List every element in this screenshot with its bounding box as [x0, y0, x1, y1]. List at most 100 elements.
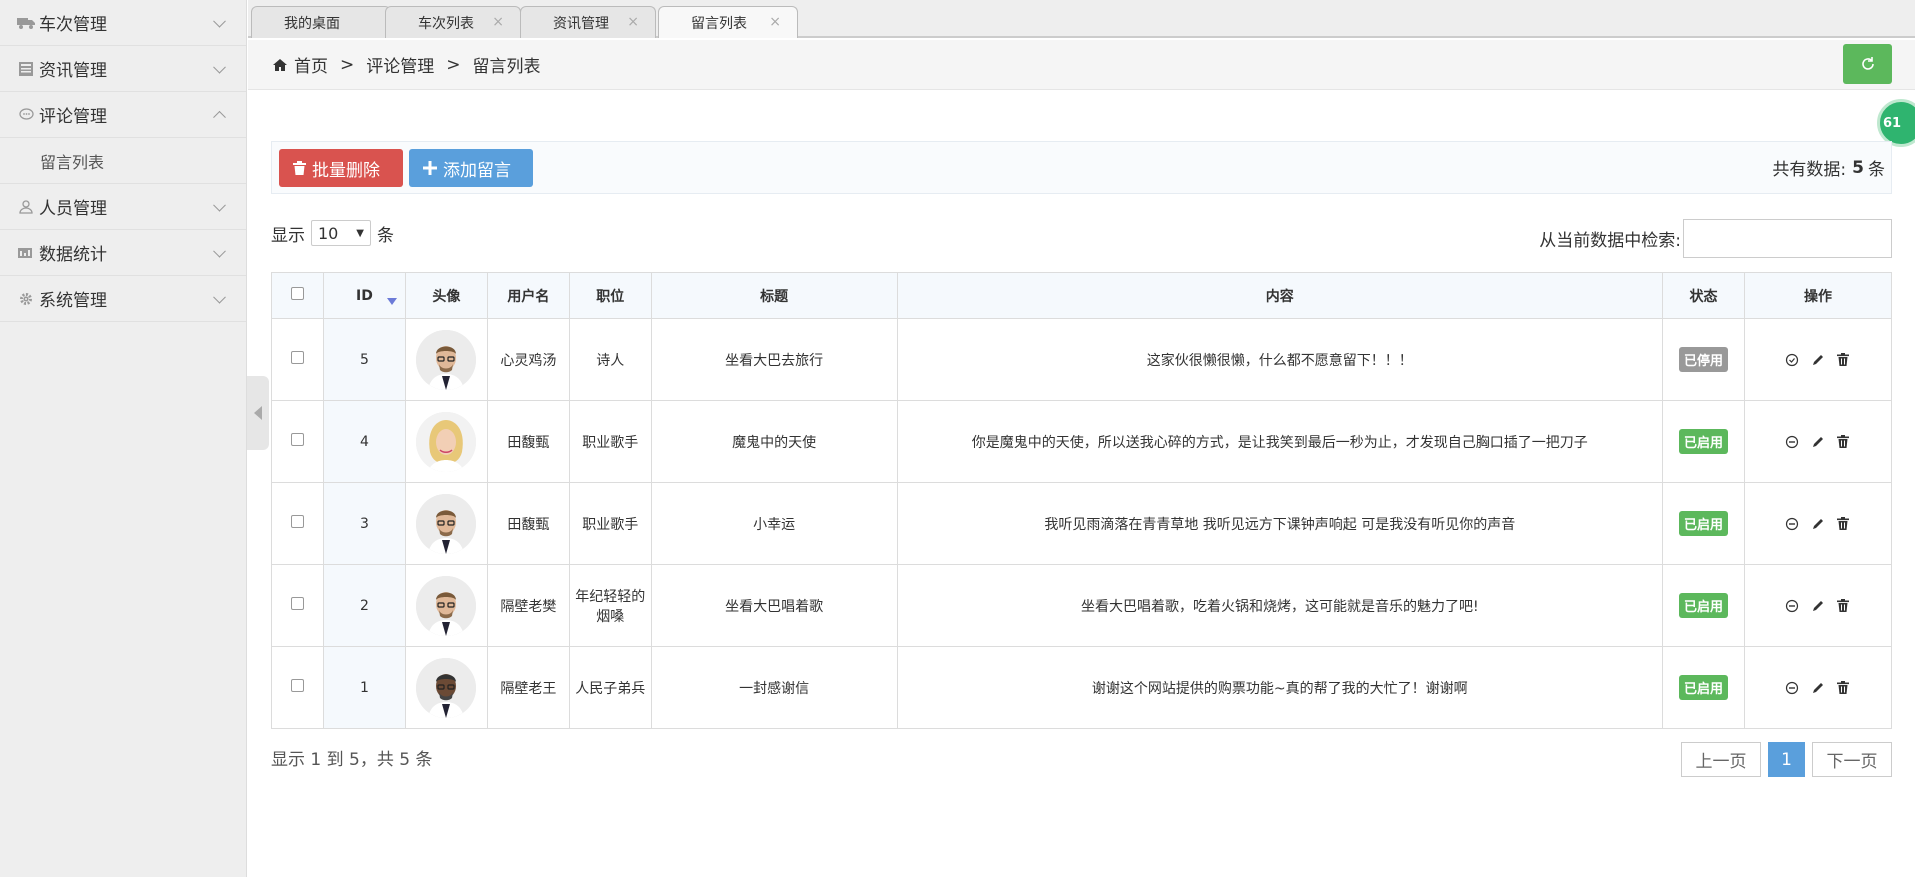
table-row: 2 隔壁老樊 年纪轻轻的烟嗓 坐看大巴唱着歌 坐看大巴唱着歌，吃着火锅和烧烤，这… — [271, 564, 1893, 647]
refresh-button[interactable] — [1843, 44, 1892, 84]
edit-icon[interactable] — [1811, 353, 1825, 367]
row-actions — [1743, 318, 1893, 401]
batch-delete-label: 批量删除 — [312, 160, 380, 181]
pagination: 上一页 1 下一页 — [1681, 742, 1892, 777]
breadcrumb-home[interactable]: 首页 — [294, 52, 328, 77]
edit-icon[interactable] — [1811, 599, 1825, 613]
disable-icon[interactable] — [1785, 517, 1799, 531]
row-select-cell[interactable] — [271, 482, 324, 565]
header-content: 内容 — [896, 272, 1664, 319]
tab-label: 资讯管理 — [553, 15, 609, 32]
row-checkbox[interactable] — [290, 515, 304, 528]
page-length-value: 10 — [318, 223, 339, 243]
row-avatar-cell — [404, 564, 488, 647]
row-checkbox[interactable] — [290, 351, 304, 364]
header-status: 状态 — [1662, 272, 1745, 319]
table-info: 显示 1 到 5，共 5 条 — [271, 750, 433, 770]
avatar — [416, 493, 477, 554]
sidebar-item-label: 系统管理 — [39, 291, 107, 311]
tab-label: 留言列表 — [691, 15, 747, 32]
sidebar-collapse-toggle[interactable] — [247, 376, 269, 450]
page-length: 显示 10 ▼ 条 — [271, 220, 394, 246]
total-prefix: 共有数据: — [1772, 160, 1847, 180]
disable-icon[interactable] — [1785, 435, 1799, 449]
edit-icon[interactable] — [1811, 517, 1825, 531]
sidebar-item-comments[interactable]: 评论管理 — [0, 92, 246, 138]
sidebar-item-statistics[interactable]: 数据统计 — [0, 230, 246, 276]
avatar — [416, 575, 477, 636]
floating-badge[interactable]: 61 — [1877, 99, 1915, 147]
home-icon — [272, 57, 288, 73]
add-message-button[interactable]: 添加留言 — [409, 149, 533, 187]
row-username: 田馥甄 — [486, 400, 570, 483]
row-id: 2 — [322, 564, 406, 647]
chevron-down-icon — [213, 14, 226, 28]
edit-icon[interactable] — [1811, 681, 1825, 695]
row-checkbox[interactable] — [290, 679, 304, 692]
toolbar: 批量删除 添加留言 共有数据: 5 条 — [271, 141, 1892, 194]
header-id[interactable]: ID — [322, 272, 406, 319]
row-position: 年纪轻轻的烟嗓 — [568, 564, 652, 647]
chart-icon — [16, 245, 36, 261]
row-avatar-cell — [404, 400, 488, 483]
tab-desktop[interactable]: 我的桌面 — [251, 6, 391, 38]
status-badge: 已启用 — [1679, 675, 1729, 700]
tab-bar: 我的桌面 车次列表 × 资讯管理 × 留言列表 × — [248, 0, 1915, 38]
row-select-cell[interactable] — [271, 564, 324, 647]
tab-train-list[interactable]: 车次列表 × — [385, 6, 521, 38]
delete-icon[interactable] — [1836, 680, 1851, 695]
delete-icon[interactable] — [1836, 516, 1851, 531]
sidebar-item-news[interactable]: 资讯管理 — [0, 46, 246, 92]
sidebar-item-personnel[interactable]: 人员管理 — [0, 184, 246, 230]
chevron-up-icon — [213, 110, 226, 124]
row-id: 3 — [322, 482, 406, 565]
edit-icon[interactable] — [1811, 435, 1825, 449]
sidebar-item-system[interactable]: 系统管理 — [0, 276, 246, 322]
row-username: 隔壁老樊 — [486, 564, 570, 647]
row-select-cell[interactable] — [271, 318, 324, 401]
chevron-down-icon — [213, 244, 226, 258]
delete-icon[interactable] — [1836, 434, 1851, 449]
row-content: 坐看大巴唱着歌，吃着火锅和烧烤，这可能就是音乐的魅力了吧! — [896, 564, 1664, 647]
page-length-select[interactable]: 10 ▼ — [311, 220, 371, 246]
page-number-button[interactable]: 1 — [1768, 742, 1805, 777]
row-select-cell[interactable] — [271, 646, 324, 729]
prev-page-button[interactable]: 上一页 — [1681, 742, 1761, 777]
close-icon[interactable]: × — [769, 14, 781, 30]
row-checkbox[interactable] — [290, 597, 304, 610]
breadcrumb-level1[interactable]: 评论管理 — [366, 52, 434, 77]
row-id: 1 — [322, 646, 406, 729]
sidebar-item-label: 数据统计 — [39, 245, 107, 265]
next-page-button[interactable]: 下一页 — [1812, 742, 1892, 777]
disable-icon[interactable] — [1785, 599, 1799, 613]
tab-news-management[interactable]: 资讯管理 × — [520, 6, 656, 38]
delete-icon[interactable] — [1836, 352, 1851, 367]
close-icon[interactable]: × — [492, 14, 504, 30]
close-icon[interactable]: × — [627, 14, 639, 30]
header-select-all[interactable] — [271, 272, 324, 319]
caret-down-icon: ▼ — [356, 227, 364, 239]
row-actions — [1743, 482, 1893, 565]
sidebar-subitem-message-list[interactable]: 留言列表 — [0, 138, 246, 184]
row-select-cell[interactable] — [271, 400, 324, 483]
disable-icon[interactable] — [1785, 681, 1799, 695]
sidebar-item-label: 车次管理 — [39, 15, 107, 35]
batch-delete-button[interactable]: 批量删除 — [279, 149, 403, 187]
search-input[interactable] — [1683, 219, 1892, 258]
enable-icon[interactable] — [1785, 353, 1799, 367]
table-header-row: ID 头像 用户名 职位 标题 内容 状态 操作 — [271, 272, 1893, 319]
delete-icon[interactable] — [1836, 598, 1851, 613]
chevron-down-icon — [213, 290, 226, 304]
sidebar-item-trains[interactable]: 车次管理 — [0, 0, 246, 46]
select-all-checkbox[interactable] — [290, 287, 304, 300]
breadcrumb-separator: > — [446, 54, 461, 75]
row-checkbox[interactable] — [290, 433, 304, 446]
header-avatar: 头像 — [404, 272, 488, 319]
add-message-label: 添加留言 — [443, 160, 511, 181]
tab-message-list[interactable]: 留言列表 × — [658, 6, 798, 38]
gear-icon — [16, 291, 36, 307]
sidebar: 车次管理 资讯管理 评论管理 留言列表 人员管理 数据统计 系统管理 — [0, 0, 247, 877]
row-position: 职业歌手 — [568, 482, 652, 565]
row-username: 心灵鸡汤 — [486, 318, 570, 401]
sidebar-item-label: 评论管理 — [39, 107, 107, 127]
